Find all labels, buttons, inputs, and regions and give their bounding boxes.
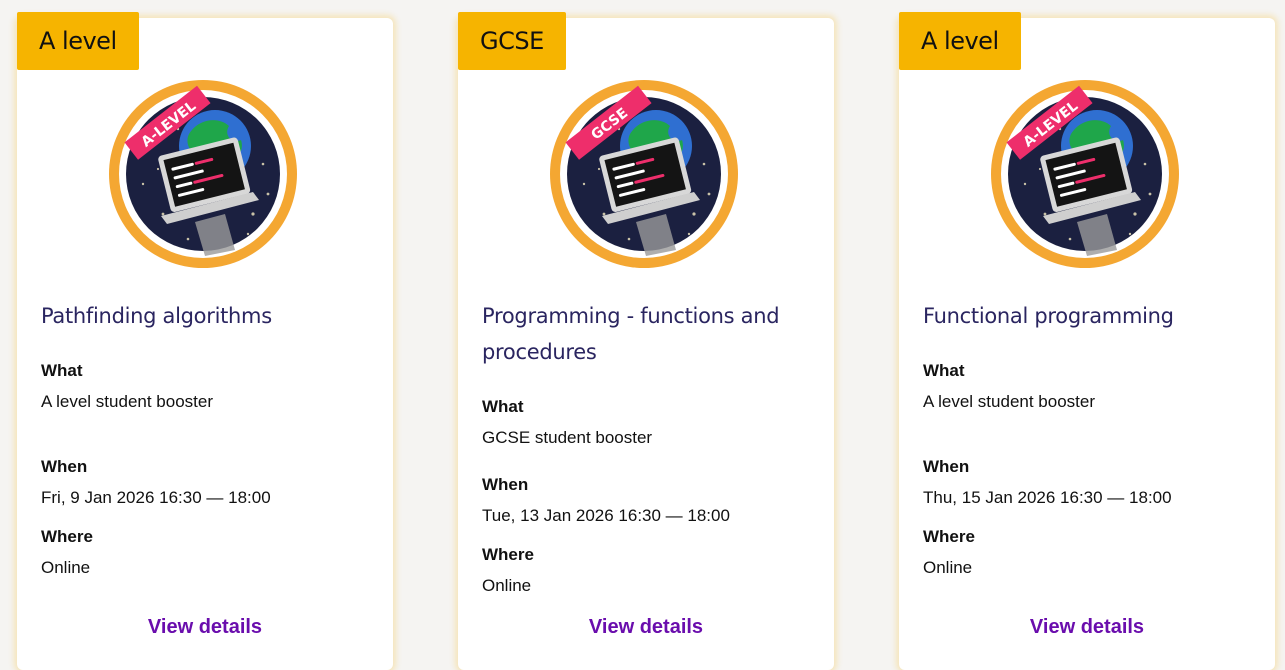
event-card: GCSE GCSE Programming - functions and pr… xyxy=(458,12,834,670)
what-section: What A level student booster xyxy=(41,361,213,412)
view-details-link[interactable]: View details xyxy=(17,616,393,639)
when-value: Fri, 9 Jan 2026 16:30 — 18:00 xyxy=(41,488,271,507)
when-section: When Fri, 9 Jan 2026 16:30 — 18:00 xyxy=(41,457,271,508)
where-value: Online xyxy=(482,576,532,595)
what-value: A level student booster xyxy=(41,392,214,411)
what-label: What xyxy=(923,361,965,380)
where-section: Where Online xyxy=(923,527,975,578)
where-label: Where xyxy=(482,545,534,564)
when-label: When xyxy=(41,457,88,476)
when-label: When xyxy=(923,457,970,476)
what-label: What xyxy=(41,361,83,380)
when-value: Thu, 15 Jan 2026 16:30 — 18:00 xyxy=(923,488,1172,507)
event-title: Programming - functions and procedures xyxy=(482,304,780,364)
view-details-link[interactable]: View details xyxy=(899,616,1275,639)
level-badge: A level xyxy=(17,12,139,70)
course-emblem-icon: A-LEVEL xyxy=(109,80,297,268)
view-details-link[interactable]: View details xyxy=(458,616,834,639)
event-title: Functional programming xyxy=(923,304,1174,328)
level-badge: A level xyxy=(899,12,1021,70)
when-value: Tue, 13 Jan 2026 16:30 — 18:00 xyxy=(482,506,730,525)
what-label: What xyxy=(482,397,524,416)
what-value: GCSE student booster xyxy=(482,428,653,447)
course-emblem-icon: A-LEVEL xyxy=(991,80,1179,268)
when-section: When Thu, 15 Jan 2026 16:30 — 18:00 xyxy=(923,457,1172,508)
level-badge: GCSE xyxy=(458,12,566,70)
what-section: What A level student booster xyxy=(923,361,1095,412)
what-section: What GCSE student booster xyxy=(482,397,652,448)
what-value: A level student booster xyxy=(923,392,1096,411)
event-title: Pathfinding algorithms xyxy=(41,304,272,328)
course-emblem-icon: GCSE xyxy=(550,80,738,268)
where-value: Online xyxy=(923,558,973,577)
where-section: Where Online xyxy=(41,527,93,578)
where-section: Where Online xyxy=(482,545,534,596)
event-card: A level A-LEVEL Functional programming W… xyxy=(899,12,1275,670)
when-label: When xyxy=(482,475,529,494)
when-section: When Tue, 13 Jan 2026 16:30 — 18:00 xyxy=(482,475,730,526)
event-card: A level A-LEVEL Pathfinding algorithms W… xyxy=(17,12,393,670)
where-value: Online xyxy=(41,558,91,577)
where-label: Where xyxy=(923,527,975,546)
where-label: Where xyxy=(41,527,93,546)
